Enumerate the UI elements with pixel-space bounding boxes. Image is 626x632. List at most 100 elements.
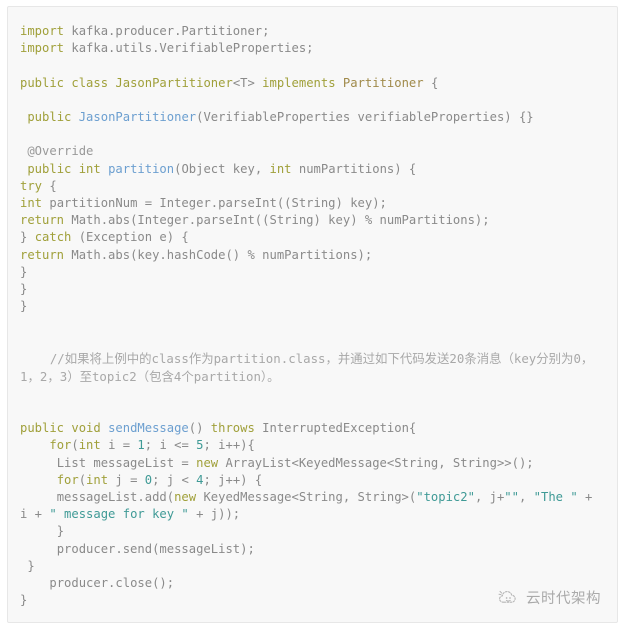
token-keyword: public	[27, 109, 72, 124]
code-line: }	[20, 298, 607, 315]
token-plain: }	[20, 230, 35, 245]
code-line: for(int i = 1; i <= 5; i++){	[20, 437, 607, 454]
token-plain: }	[20, 299, 28, 314]
token-function: sendMessage	[108, 421, 189, 436]
code-line: return Math.abs(key.hashCode() % numPart…	[20, 247, 607, 264]
chinese-comment-line: //如果将上例中的class作为partition.class，并通过如下代码发…	[20, 350, 607, 386]
code-line: }	[20, 523, 607, 540]
code-line: List messageList = new ArrayList<KeyedMe…	[20, 455, 607, 472]
token-function: JasonPartitioner	[78, 109, 197, 124]
token-plain: {	[42, 178, 57, 193]
token-plain: List messageList =	[20, 455, 197, 470]
code-line: import kafka.producer.Partitioner;	[20, 23, 607, 40]
token-plain: }	[20, 593, 28, 608]
token-keyword: new	[196, 455, 219, 470]
token-plain: ; i <=	[144, 438, 197, 453]
token-keyword: catch	[34, 230, 72, 245]
code-line: return Math.abs(Integer.parseInt((String…	[20, 212, 607, 229]
token-plain: i =	[100, 438, 138, 453]
token-keyword: int	[78, 438, 101, 453]
comment-code-2: partition.class	[213, 350, 326, 366]
token-plain: partitionNum = Integer.parseInt((String)…	[42, 195, 387, 210]
token-plain: (	[78, 472, 87, 487]
token-plain: messageList.add(	[20, 489, 175, 504]
token-keyword: implements	[262, 75, 336, 90]
token-keyword: import	[20, 24, 65, 38]
code-line: int partitionNum = Integer.parseInt((Str…	[20, 195, 607, 212]
token-plain: (Exception e) {	[71, 230, 189, 245]
token-plain: ,	[518, 489, 534, 504]
token-plain: InterruptedException{	[254, 421, 417, 436]
comment-seg-6: ，	[580, 350, 594, 366]
token-plain: {	[423, 75, 439, 90]
token-plain: (VerifiableProperties verifiableProperti…	[196, 109, 534, 124]
token-plain: numPartitions) {	[291, 161, 417, 176]
token-plain: , j+	[474, 489, 505, 504]
comment-prefix: //	[20, 350, 65, 366]
token-string: " message for key "	[49, 507, 189, 522]
code-line: for(int j = 0; j < 4; j++) {	[20, 472, 607, 489]
comment-code-4: key	[513, 350, 537, 366]
comment-seg-11: 个	[181, 368, 194, 384]
comment-code-9: topic2	[91, 368, 137, 384]
token-plain: ; i++){	[203, 438, 255, 453]
code-line: }	[20, 558, 607, 575]
comment-code-11: partition	[193, 368, 261, 384]
token-keyword: int	[86, 472, 109, 487]
token-keyword: for	[49, 438, 72, 453]
token-plain: }	[20, 558, 35, 573]
token-keyword: public void	[20, 421, 101, 436]
token-plain: + j));	[188, 507, 241, 522]
token-keyword: public int	[27, 161, 101, 176]
code-line: producer.send(messageList);	[20, 541, 607, 558]
cloud-icon	[498, 589, 519, 606]
token-function: partition	[108, 161, 175, 176]
comment-seg-1: 如果将上例中的	[64, 350, 152, 366]
token-plain: ()	[188, 421, 211, 436]
code-line: try {	[20, 178, 607, 195]
token-keyword: public class	[20, 75, 109, 90]
token-keyword: int	[269, 161, 292, 176]
code-line: messageList.add(new KeyedMessage<String,…	[20, 489, 607, 523]
token-plain: }	[20, 264, 28, 279]
token-number: 1	[137, 438, 145, 453]
comment-seg-2: 作为	[188, 350, 214, 366]
token-plain: kafka.utils.VerifiableProperties;	[64, 41, 314, 56]
comment-code-5: 0	[573, 350, 581, 366]
token-string: "topic2"	[416, 489, 475, 504]
comment-seg-4: 条消息（	[464, 350, 514, 366]
code-line: }	[20, 281, 607, 298]
comment-seg-9: ）至	[67, 368, 92, 384]
token-plain: }	[20, 282, 28, 296]
token-plain: ; j <	[152, 472, 197, 487]
comment-seg-8: ，	[47, 368, 60, 384]
comment-seg-5: 分别为	[536, 350, 574, 366]
token-number: 0	[144, 472, 153, 487]
token-plain: <T>	[232, 75, 263, 90]
token-plain: KeyedMessage<String, String>(	[196, 489, 417, 504]
code-content: import kafka.producer.Partitioner; impor…	[8, 7, 617, 619]
comment-seg-12: ）。	[260, 368, 280, 384]
token-plain: Math.abs(key.hashCode() % numPartitions)…	[64, 247, 373, 262]
token-class-name: JasonPartitioner	[115, 75, 233, 90]
watermark: 云时代架构	[498, 587, 601, 608]
code-line: }	[20, 264, 607, 281]
comment-seg-3: ，并通过如下代码发送	[325, 350, 450, 366]
token-keyword: return	[20, 247, 65, 262]
token-keyword: try	[20, 178, 43, 193]
code-line: public int partition(Object key, int num…	[20, 161, 607, 178]
token-keyword: return	[20, 213, 65, 228]
token-type: Partitioner	[342, 75, 424, 90]
comment-seg-10: （包含	[136, 368, 174, 384]
comment-code-3: 20	[449, 350, 465, 366]
